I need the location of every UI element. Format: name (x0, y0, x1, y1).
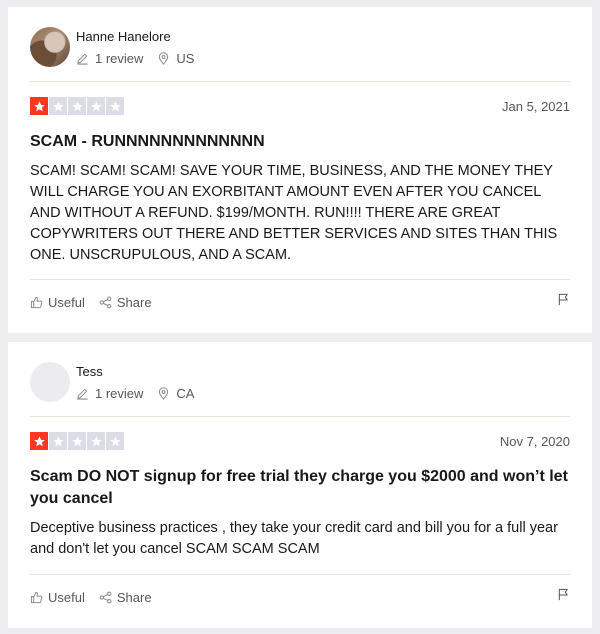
review-card: Hanne Hanelore 1 review US Jan 5, 2021 S… (8, 7, 592, 333)
star-icon (49, 432, 67, 450)
divider (30, 81, 570, 82)
review-count-label: 1 review (95, 386, 144, 401)
star-icon (106, 97, 124, 115)
divider (30, 279, 570, 280)
review-count-label: 1 review (95, 51, 144, 66)
star-icon (106, 432, 124, 450)
reviewer-location: US (157, 51, 194, 66)
pencil-icon (77, 53, 88, 65)
avatar[interactable] (30, 27, 70, 67)
star-icon (87, 97, 105, 115)
reviewer-name[interactable]: Hanne Hanelore (76, 29, 171, 44)
location-pin-icon (159, 52, 169, 65)
country-label: US (176, 51, 195, 66)
star-icon (68, 97, 86, 115)
useful-label: Useful (48, 295, 85, 310)
reviewer-meta: 1 review US (76, 51, 208, 66)
share-icon (99, 591, 112, 604)
review-body: SCAM! SCAM! SCAM! SAVE YOUR TIME, BUSINE… (30, 163, 558, 263)
thumbs-up-icon (30, 591, 43, 604)
share-button[interactable]: Share (99, 295, 152, 310)
report-button[interactable] (557, 293, 570, 306)
thumbs-up-icon (30, 296, 43, 309)
flag-icon (558, 293, 568, 306)
location-pin-icon (159, 387, 169, 400)
review-date: Jan 5, 2021 (502, 99, 570, 114)
reviewer-location: CA (157, 386, 194, 401)
star-icon (87, 432, 105, 450)
share-button[interactable]: Share (99, 590, 152, 605)
star-icon (30, 432, 48, 450)
review-title[interactable]: Scam DO NOT signup for free trial they c… (30, 466, 570, 510)
review-count: 1 review (76, 386, 143, 401)
star-rating (30, 432, 125, 450)
divider (30, 416, 570, 417)
review-count: 1 review (76, 51, 143, 66)
reviewer-meta: 1 review CA (76, 386, 208, 401)
review-card: Tess 1 review CA Nov 7, 2020 Scam DO NOT… (8, 342, 592, 628)
flag-icon (558, 588, 568, 601)
star-icon (30, 97, 48, 115)
share-icon (99, 296, 112, 309)
star-icon (49, 97, 67, 115)
avatar[interactable] (30, 362, 70, 402)
review-actions: Useful Share (30, 588, 570, 605)
review-body: Deceptive business practices , they take… (30, 520, 558, 557)
review-title[interactable]: SCAM - RUNNNNNNNNNNNNN (30, 131, 570, 153)
review-date: Nov 7, 2020 (499, 434, 570, 449)
useful-label: Useful (48, 590, 85, 605)
useful-button[interactable]: Useful (30, 590, 85, 605)
share-label: Share (116, 590, 152, 605)
useful-button[interactable]: Useful (30, 295, 85, 310)
country-label: CA (176, 386, 195, 401)
review-actions: Useful Share (30, 293, 570, 310)
share-label: Share (116, 295, 152, 310)
pencil-icon (77, 388, 88, 400)
star-rating (30, 97, 125, 115)
reviewer-name[interactable]: Tess (76, 364, 103, 379)
star-icon (68, 432, 86, 450)
report-button[interactable] (557, 588, 570, 601)
divider (30, 574, 570, 575)
